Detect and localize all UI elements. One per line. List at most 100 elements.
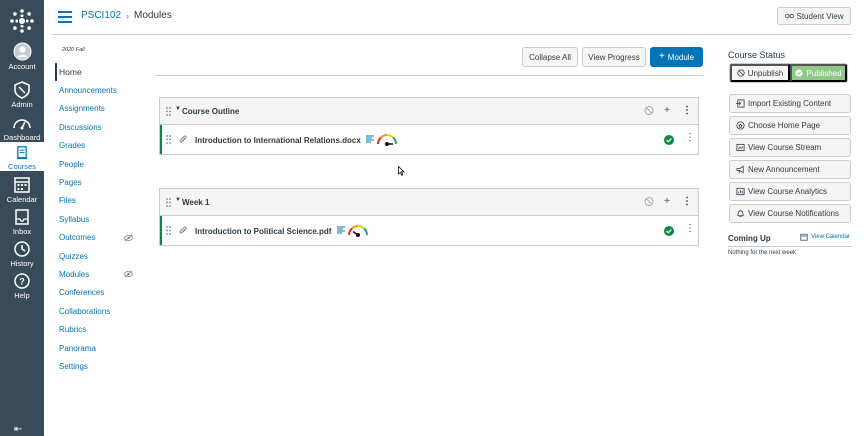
term-label: 2020 Fall [62,47,85,53]
unpublished-circle-icon[interactable] [644,196,654,207]
course-nav-discussions[interactable]: Discussions [55,118,145,136]
nav-dashboard[interactable]: Dashboard [0,114,44,142]
sidebar-button-label: New Announcement [748,165,820,174]
view-course-notifications-button[interactable]: View Course Notifications [729,204,851,223]
course-nav-modules[interactable]: Modules [55,265,145,283]
course-nav-syllabus[interactable]: Syllabus [55,210,145,228]
view-calendar-link[interactable]: View Calendar [800,233,850,241]
add-item-plus-icon[interactable]: + [662,196,672,207]
view-calendar-label: View Calendar [811,234,850,240]
course-nav-panorama[interactable]: Panorama [55,339,145,357]
course-nav-people[interactable]: People [55,155,145,173]
published-check-icon[interactable] [664,226,674,236]
course-nav-assignments[interactable]: Assignments [55,100,145,118]
course-nav-conferences[interactable]: Conferences [55,284,145,302]
course-nav-label: Panorama [59,343,96,353]
course-nav-rubrics[interactable]: Rubrics [55,320,145,338]
canvas-logo-icon[interactable] [9,8,35,34]
course-nav-label: Discussions [59,122,102,132]
help-icon: ? [14,273,30,289]
item-kebab-icon[interactable]: ⋮ [685,133,695,143]
nav-help[interactable]: ? Help [0,272,44,300]
course-nav-label: Outcomes [59,233,96,243]
collapse-caret-icon[interactable]: ▼ [175,106,181,112]
courses-icon [17,146,27,160]
module-item[interactable]: Introduction to International Relations.… [160,125,698,154]
import-existing-content-button[interactable]: Import Existing Content [729,94,851,113]
drag-handle-icon[interactable] [166,226,171,235]
course-nav-quizzes[interactable]: Quizzes [55,247,145,265]
nav-account[interactable]: Account [0,42,44,71]
course-nav-label: Syllabus [59,214,90,224]
nav-inbox[interactable]: Inbox [0,208,44,236]
published-check-icon[interactable] [664,135,674,145]
nav-history[interactable]: History [0,240,44,268]
import-icon [736,99,745,108]
course-nav-settings[interactable]: Settings [55,357,145,375]
course-nav-home[interactable]: Home [55,63,145,82]
drag-handle-icon[interactable] [166,135,171,144]
drag-handle-icon[interactable] [166,198,171,207]
drag-handle-icon[interactable] [166,107,171,116]
course-nav-outcomes[interactable]: Outcomes [55,229,145,247]
view-course-stream-button[interactable]: View Course Stream [729,138,851,157]
nav-calendar[interactable]: Calendar [0,176,44,204]
module-header[interactable]: ▼ Course Outline + ⋮ [160,98,698,125]
nav-label: Help [14,291,30,300]
add-module-label: Module [667,52,695,62]
course-nav-collaborations[interactable]: Collaborations [55,302,145,320]
course-nav-files[interactable]: Files [55,192,145,210]
nav-admin[interactable]: Admin [0,81,44,109]
published-button[interactable]: Published [790,64,847,82]
student-view-button[interactable]: Student View [777,7,851,25]
collapse-nav-icon[interactable]: ⇤ [14,424,22,435]
course-menu-toggle-icon[interactable] [58,11,72,23]
sidebar-button-label: Import Existing Content [748,99,832,108]
attachment-clip-icon [179,226,187,234]
module-title: Course Outline [182,107,240,116]
announcement-icon [736,165,744,174]
bell-icon [737,210,744,218]
sidebar-button-label: View Course Stream [748,143,822,152]
module-header[interactable]: ▼ Week 1 + ⋮ [160,189,698,216]
module-item[interactable]: Introduction to Political Science.pdf ⋮ [160,216,698,245]
breadcrumb-course-link[interactable]: PSCI102 [81,10,121,21]
nav-label: Inbox [12,227,32,236]
accessibility-gauge-icon[interactable] [376,133,398,146]
course-nav-label: Assignments [59,104,105,114]
course-nav-label: Settings [59,361,88,371]
text-lines-icon[interactable] [366,135,374,143]
course-nav-announcements[interactable]: Announcements [55,81,145,99]
module-kebab-icon[interactable]: ⋮ [682,196,692,207]
new-announcement-button[interactable]: New Announcement [729,160,851,179]
add-module-button[interactable]: + Module [650,47,703,67]
module-item-title[interactable]: Introduction to International Relations.… [195,136,361,145]
publish-toggle: Unpublish Published [729,63,848,83]
item-kebab-icon[interactable]: ⋮ [685,224,695,234]
choose-home-page-button[interactable]: Choose Home Page [729,116,851,135]
course-nav-label: People [59,159,84,169]
coming-up-divider [728,246,852,247]
inbox-icon [15,209,29,225]
text-lines-icon[interactable] [337,226,345,234]
course-nav-pages[interactable]: Pages [55,173,145,191]
glasses-icon [784,13,794,19]
coming-up-empty-text: Nothing for the next week [728,250,797,256]
collapse-all-button[interactable]: Collapse All [522,47,578,67]
module-kebab-icon[interactable]: ⋮ [682,105,692,116]
plus-icon: + [658,51,665,62]
accessibility-gauge-icon[interactable] [347,224,369,237]
course-status-heading: Course Status [728,50,786,60]
unpublish-button[interactable]: Unpublish [730,64,790,82]
view-course-analytics-button[interactable]: View Course Analytics [729,182,851,201]
nav-courses[interactable]: Courses [0,142,44,171]
collapse-caret-icon[interactable]: ▼ [175,197,181,203]
analytics-icon [736,187,745,196]
breadcrumb-current: Modules [134,10,172,21]
view-progress-button[interactable]: View Progress [582,47,646,67]
module-item-title[interactable]: Introduction to Political Science.pdf [195,227,331,236]
unpublished-circle-icon[interactable] [644,105,654,116]
add-item-plus-icon[interactable]: + [662,105,672,116]
course-nav-grades[interactable]: Grades [55,137,145,155]
breadcrumb: PSCI102 › Modules [81,10,172,21]
